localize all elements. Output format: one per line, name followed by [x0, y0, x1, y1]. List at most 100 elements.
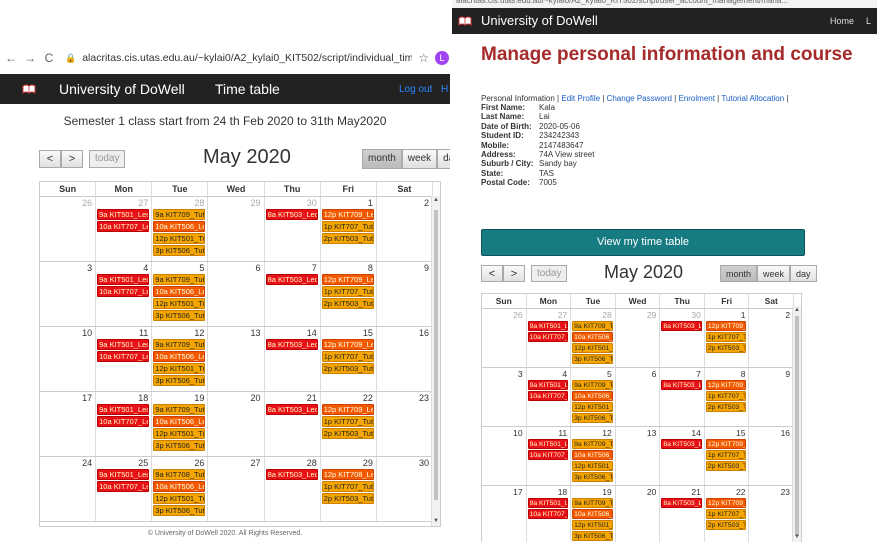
- next-month-button[interactable]: >: [61, 150, 83, 168]
- calendar-event[interactable]: 9a KIT709_Tutori: [153, 339, 206, 350]
- calendar-day-cell[interactable]: 29: [208, 197, 265, 261]
- calendar-day-cell[interactable]: 6: [616, 368, 661, 426]
- calendar-day-cell[interactable]: 148a KIT503_Lectu: [265, 327, 321, 391]
- calendar-event[interactable]: 10a KIT506_Lect: [153, 221, 206, 232]
- calendar-event[interactable]: 10a KIT506_Lect: [153, 416, 206, 427]
- calendar-event[interactable]: 12p KIT501_Tuto: [153, 428, 206, 439]
- calendar-event[interactable]: 12p KIT709_Lect: [705, 380, 747, 390]
- calendar-event[interactable]: 1p KIT707_Tutori: [321, 416, 374, 427]
- calendar-day-cell[interactable]: 1512p KIT709_Lect1p KIT707_Tutori2p KIT5…: [321, 327, 377, 391]
- calendar-day-cell[interactable]: 269a KIT708_Tutori10a KIT506_Lect12p KIT…: [152, 457, 209, 521]
- calendar-event[interactable]: 2p KIT503_Tutori: [705, 402, 747, 412]
- calendar-day-cell[interactable]: 30: [377, 457, 433, 521]
- prev-month-button[interactable]: <: [39, 150, 61, 168]
- calendar-day-cell[interactable]: 308a KIT503_Lectu: [660, 309, 705, 367]
- calendar-day-cell[interactable]: 289a KIT709_Tutori10a KIT506_Lect12p KIT…: [571, 309, 616, 367]
- calendar-event[interactable]: 8a KIT503_Lectu: [661, 380, 702, 390]
- month-view-button[interactable]: month: [720, 265, 758, 282]
- calendar-event[interactable]: 3p KIT506_Tutori: [572, 472, 613, 482]
- today-button[interactable]: today: [89, 150, 126, 168]
- calendar-event[interactable]: 12p KIT709_Lect: [705, 439, 747, 449]
- calendar-event[interactable]: 9a KIT501_Lectu: [527, 498, 569, 508]
- calendar-day-cell[interactable]: 2212p KIT709_Lect1p KIT707_Tutori2p KIT5…: [321, 392, 377, 456]
- calendar-event[interactable]: 12p KIT708_Lect: [321, 469, 374, 480]
- calendar-event[interactable]: 9a KIT501_Lectu: [527, 439, 569, 449]
- calendar-day-cell[interactable]: 20: [616, 486, 661, 542]
- calendar-day-cell[interactable]: 16: [377, 327, 433, 391]
- calendar-day-cell[interactable]: 2912p KIT708_Lect1p KIT707_Tutori2p KIT5…: [321, 457, 377, 521]
- calendar-day-cell[interactable]: 24: [40, 457, 97, 521]
- calendar-event[interactable]: 12p KIT501_Tuto: [572, 343, 613, 353]
- tutorial-allocation-link[interactable]: Tutorial Allocation: [721, 94, 784, 103]
- calendar-event[interactable]: 9a KIT709_Tutori: [572, 498, 613, 508]
- calendar-event[interactable]: 9a KIT709_Tutori: [572, 439, 613, 449]
- calendar-day-cell[interactable]: 1512p KIT709_Lect1p KIT707_Tutori2p KIT5…: [705, 427, 750, 485]
- calendar-event[interactable]: 1p KIT707_Tutori: [705, 391, 747, 401]
- calendar-event[interactable]: 12p KIT501_Tuto: [572, 461, 613, 471]
- calendar-event[interactable]: 10a KIT707_Lect: [97, 481, 150, 492]
- calendar-event[interactable]: 10a KIT707_Lect: [527, 450, 569, 460]
- calendar-day-cell[interactable]: 119a KIT501_Lectu10a KIT707_Lect: [96, 327, 153, 391]
- calendar-event[interactable]: 10a KIT506_Lect: [153, 351, 206, 362]
- calendar-event[interactable]: 3p KIT506_Tutori: [153, 440, 206, 451]
- calendar-day-cell[interactable]: 218a KIT503_Lectu: [265, 392, 321, 456]
- calendar-day-cell[interactable]: 26: [40, 197, 97, 261]
- calendar-day-cell[interactable]: 129a KIT709_Tutori10a KIT506_Lect12p KIT…: [571, 427, 616, 485]
- calendar-day-cell[interactable]: 199a KIT709_Tutori10a KIT506_Lect12p KIT…: [571, 486, 616, 542]
- calendar-event[interactable]: 9a KIT501_Lectu: [97, 209, 150, 220]
- calendar-event[interactable]: 10a KIT707_Lect: [527, 332, 569, 342]
- calendar-day-cell[interactable]: 59a KIT709_Tutori10a KIT506_Lect12p KIT5…: [571, 368, 616, 426]
- lock-icon[interactable]: 🔒: [65, 53, 76, 64]
- calendar-event[interactable]: 12p KIT709_Lect: [321, 274, 374, 285]
- calendar-day-cell[interactable]: 112p KIT709_Lect1p KIT707_Tutori2p KIT50…: [321, 197, 377, 261]
- calendar-day-cell[interactable]: 20: [208, 392, 265, 456]
- calendar-event[interactable]: 3p KIT506_Tutori: [572, 354, 613, 364]
- calendar-event[interactable]: 1p KIT707_Tutori: [321, 481, 374, 492]
- calendar-day-cell[interactable]: 218a KIT503_Lectu: [660, 486, 705, 542]
- calendar-day-cell[interactable]: 308a KIT503_Lectu: [265, 197, 321, 261]
- calendar-event[interactable]: 2p KIT503_Tutori: [321, 493, 374, 504]
- calendar-day-cell[interactable]: 148a KIT503_Lectu: [660, 427, 705, 485]
- calendar-event[interactable]: 9a KIT501_Lectu: [97, 469, 150, 480]
- calendar-day-cell[interactable]: 2212p KIT709_Lect1p KIT707_Tutori2p KIT5…: [705, 486, 750, 542]
- calendar-event[interactable]: 1p KIT707_Tutori: [705, 509, 747, 519]
- calendar-day-cell[interactable]: 6: [208, 262, 265, 326]
- calendar-event[interactable]: 8a KIT503_Lectu: [661, 439, 702, 449]
- profile-avatar[interactable]: L: [434, 51, 449, 65]
- brand-name[interactable]: University of DoWell: [481, 13, 598, 28]
- calendar-day-cell[interactable]: 78a KIT503_Lectu: [660, 368, 705, 426]
- calendar-scrollbar[interactable]: ▲ ▼: [792, 306, 801, 542]
- calendar-event[interactable]: 1p KIT707_Tutori: [321, 221, 374, 232]
- calendar-day-cell[interactable]: 59a KIT709_Tutori10a KIT506_Lect12p KIT5…: [152, 262, 209, 326]
- bookmark-star-icon[interactable]: ☆: [418, 51, 429, 65]
- reload-icon[interactable]: C: [41, 51, 57, 65]
- calendar-event[interactable]: 8a KIT503_Lectu: [661, 498, 702, 508]
- calendar-day-cell[interactable]: 17: [40, 392, 97, 456]
- calendar-day-cell[interactable]: 13: [208, 327, 265, 391]
- calendar-day-cell[interactable]: 10: [482, 427, 527, 485]
- logout-link[interactable]: Log out: [399, 84, 432, 95]
- scrollbar-thumb[interactable]: [434, 210, 438, 500]
- calendar-day-cell[interactable]: 3: [482, 368, 527, 426]
- calendar-event[interactable]: 3p KIT506_Tutori: [572, 531, 613, 541]
- calendar-day-cell[interactable]: 129a KIT709_Tutori10a KIT506_Lect12p KIT…: [152, 327, 209, 391]
- address-bar[interactable]: alacritas.cis.utas.edu.au/~kylai0/A2_kyl…: [452, 0, 877, 8]
- calendar-day-cell[interactable]: 2: [377, 197, 433, 261]
- scrollbar-thumb[interactable]: [795, 316, 799, 536]
- calendar-event[interactable]: 12p KIT709_Lect: [705, 321, 747, 331]
- scroll-down-icon[interactable]: ▼: [432, 518, 440, 524]
- calendar-day-cell[interactable]: 16: [749, 427, 795, 485]
- calendar-event[interactable]: 2p KIT503_Tutori: [321, 428, 374, 439]
- calendar-day-cell[interactable]: 27: [208, 457, 265, 521]
- logout-link-partial[interactable]: L: [866, 16, 871, 26]
- calendar-event[interactable]: 1p KIT707_Tutori: [321, 351, 374, 362]
- calendar-event[interactable]: 9a KIT709_Tutori: [153, 274, 206, 285]
- calendar-day-cell[interactable]: 288a KIT503_Lectu: [265, 457, 321, 521]
- calendar-day-cell[interactable]: 189a KIT501_Lectu10a KIT707_Lect: [96, 392, 153, 456]
- calendar-day-cell[interactable]: 112p KIT709_Lect1p KIT707_Tutori2p KIT50…: [705, 309, 750, 367]
- calendar-scrollbar[interactable]: ▲ ▼: [431, 196, 440, 526]
- calendar-event[interactable]: 10a KIT506_Lect: [153, 481, 206, 492]
- calendar-event[interactable]: 9a KIT501_Lectu: [527, 380, 569, 390]
- calendar-event[interactable]: 3p KIT506_Tutori: [153, 310, 206, 321]
- calendar-event[interactable]: 12p KIT709_Lect: [321, 339, 374, 350]
